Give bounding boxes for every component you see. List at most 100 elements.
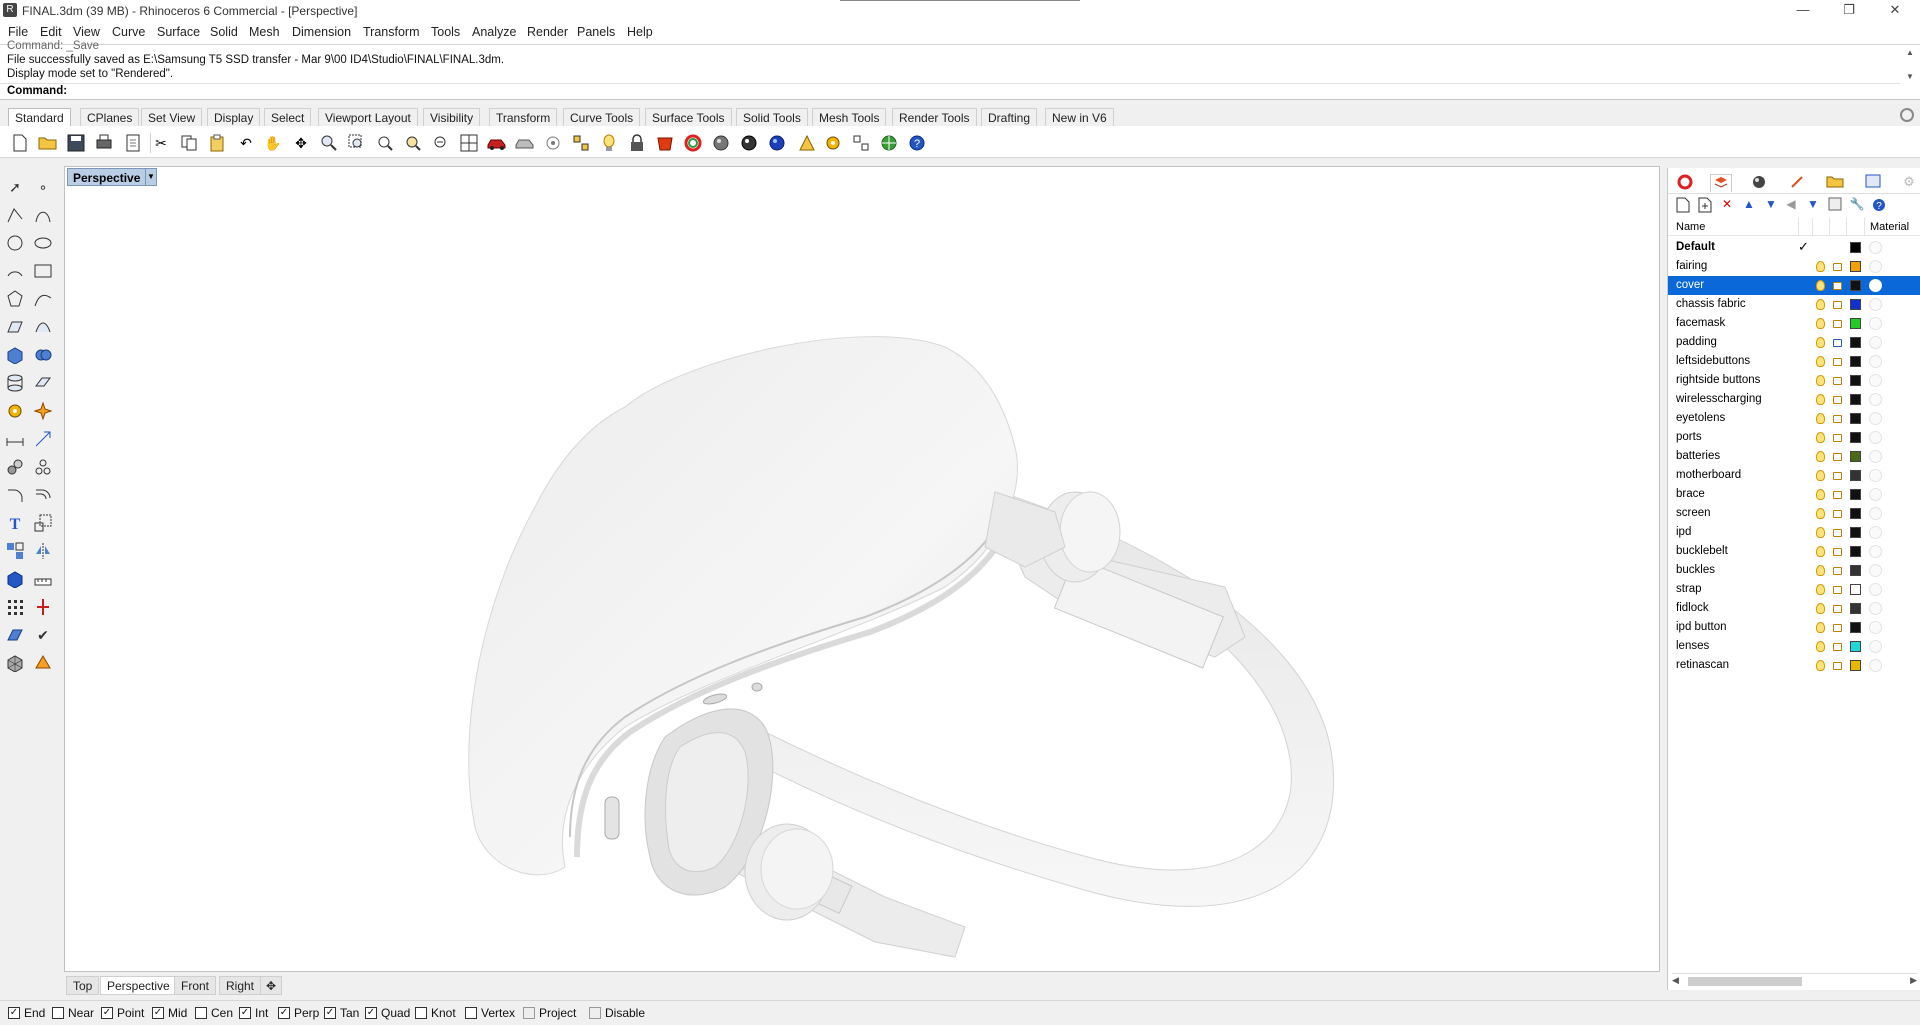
print-icon[interactable] xyxy=(93,132,115,154)
tab-solid-tools[interactable]: Solid Tools xyxy=(736,108,808,126)
layer-row[interactable]: padding xyxy=(1668,333,1920,352)
shaded-sphere-icon[interactable] xyxy=(710,132,732,154)
loft-icon[interactable] xyxy=(32,316,54,338)
mirror-icon[interactable] xyxy=(32,540,54,562)
layer-color-swatch[interactable] xyxy=(1850,451,1861,462)
layer-row[interactable]: chassis fabric xyxy=(1668,295,1920,314)
layer-color-swatch[interactable] xyxy=(1850,337,1861,348)
layer-color-swatch[interactable] xyxy=(1850,394,1861,405)
rotate-view-icon[interactable]: ✥ xyxy=(290,132,312,154)
osnap-checkbox[interactable] xyxy=(465,1007,477,1019)
osnap-checkbox[interactable]: ✓ xyxy=(8,1007,20,1019)
lock-icon[interactable] xyxy=(626,132,648,154)
material-circle-icon[interactable] xyxy=(1869,545,1882,558)
scroll-thumb[interactable] xyxy=(1688,977,1802,986)
rectangle-icon[interactable] xyxy=(32,260,54,282)
layer-row[interactable]: ports xyxy=(1668,428,1920,447)
osnap-checkbox[interactable] xyxy=(52,1007,64,1019)
menu-help[interactable]: Help xyxy=(627,25,653,39)
zoom-selected-icon[interactable] xyxy=(402,132,424,154)
material-circle-icon[interactable] xyxy=(1869,317,1882,330)
visibility-bulb-icon[interactable] xyxy=(1816,356,1825,367)
tab-new-in-v6[interactable]: New in V6 xyxy=(1045,108,1114,126)
column-header-material[interactable]: Material xyxy=(1870,221,1909,233)
layer-color-swatch[interactable] xyxy=(1850,356,1861,367)
osnap-checkbox[interactable] xyxy=(195,1007,207,1019)
osnap-mid[interactable]: ✓ Mid xyxy=(152,1006,187,1020)
visibility-bulb-icon[interactable] xyxy=(1816,451,1825,462)
material-circle-icon[interactable] xyxy=(1869,374,1882,387)
minimize-button[interactable]: — xyxy=(1780,0,1826,22)
menu-tools[interactable]: Tools xyxy=(431,25,460,39)
osnap-project[interactable]: Project xyxy=(523,1006,576,1020)
layer-row[interactable]: ipd button xyxy=(1668,618,1920,637)
freeform-curve-icon[interactable] xyxy=(32,288,54,310)
osnap-quad[interactable]: ✓ Quad xyxy=(365,1006,410,1020)
circle-icon[interactable] xyxy=(4,232,26,254)
gumball-align-icon[interactable] xyxy=(32,596,54,618)
layer-row[interactable]: leftsidebuttons xyxy=(1668,352,1920,371)
environment-sphere-icon[interactable] xyxy=(766,132,788,154)
osnap-checkbox[interactable]: ✓ xyxy=(101,1007,113,1019)
snapshot-icon[interactable] xyxy=(514,132,536,154)
layer-color-swatch[interactable] xyxy=(1850,261,1861,272)
layer-row[interactable]: Default ✓ xyxy=(1668,238,1920,257)
layer-row[interactable]: fairing xyxy=(1668,257,1920,276)
tab-perspective-view[interactable]: Perspective xyxy=(100,976,177,995)
material-circle-icon[interactable] xyxy=(1869,355,1882,368)
tab-render-tools[interactable]: Render Tools xyxy=(892,108,977,126)
osnap-checkbox[interactable] xyxy=(523,1007,535,1019)
layer-color-swatch[interactable] xyxy=(1850,242,1861,253)
new-layer-icon[interactable] xyxy=(1674,197,1692,215)
explode-icon[interactable] xyxy=(32,400,54,422)
visibility-bulb-icon[interactable] xyxy=(1816,546,1825,557)
help-tab-icon[interactable] xyxy=(1786,174,1808,192)
unlocked-icon[interactable] xyxy=(1833,301,1842,309)
layer-row[interactable]: cover xyxy=(1668,276,1920,295)
column-header-name[interactable]: Name xyxy=(1676,221,1705,233)
material-circle-icon[interactable] xyxy=(1869,469,1882,482)
material-circle-icon[interactable] xyxy=(1869,336,1882,349)
visibility-bulb-icon[interactable] xyxy=(1816,432,1825,443)
osnap-tan[interactable]: ✓ Tan xyxy=(324,1006,359,1020)
tab-curve-tools[interactable]: Curve Tools xyxy=(563,108,641,126)
material-circle-icon[interactable] xyxy=(1869,640,1882,653)
osnap-perp[interactable]: ✓ Perp xyxy=(278,1006,319,1020)
unlocked-icon[interactable] xyxy=(1833,263,1842,271)
menu-render[interactable]: Render xyxy=(527,25,568,39)
osnap-int[interactable]: ✓ Int xyxy=(239,1006,268,1020)
libraries-tab-icon[interactable] xyxy=(1824,174,1846,192)
ruler-icon[interactable] xyxy=(32,568,54,590)
unlocked-icon[interactable] xyxy=(1833,624,1842,632)
delete-layer-icon[interactable]: ✕ xyxy=(1718,197,1736,215)
layer-row[interactable]: retinascan xyxy=(1668,656,1920,675)
unlocked-icon[interactable] xyxy=(1833,320,1842,328)
visibility-bulb-icon[interactable] xyxy=(1816,527,1825,538)
unlocked-icon[interactable] xyxy=(1833,434,1842,442)
osnap-disable[interactable]: Disable xyxy=(589,1006,645,1020)
material-circle-icon[interactable] xyxy=(1869,431,1882,444)
rendered-sphere-icon[interactable] xyxy=(738,132,760,154)
layer-color-swatch[interactable] xyxy=(1850,546,1861,557)
new-icon[interactable] xyxy=(9,132,31,154)
four-views-icon[interactable] xyxy=(458,132,480,154)
scale-icon[interactable] xyxy=(32,512,54,534)
offset-icon[interactable] xyxy=(32,484,54,506)
osnap-checkbox[interactable] xyxy=(415,1007,427,1019)
unlocked-icon[interactable] xyxy=(1833,415,1842,423)
tab-front-view[interactable]: Front xyxy=(174,976,217,995)
zoom-previous-icon[interactable] xyxy=(430,132,452,154)
dimension-icon[interactable] xyxy=(4,428,26,450)
osnap-checkbox[interactable]: ✓ xyxy=(278,1007,290,1019)
viewport-label[interactable]: Perspective xyxy=(67,168,147,186)
material-circle-icon[interactable] xyxy=(1869,564,1882,577)
material-circle-icon[interactable] xyxy=(1869,393,1882,406)
tab-standard[interactable]: Standard xyxy=(8,108,71,126)
layer-row[interactable]: motherboard xyxy=(1668,466,1920,485)
paste-icon[interactable] xyxy=(206,132,228,154)
menu-surface[interactable]: Surface xyxy=(157,25,200,39)
open-icon[interactable] xyxy=(37,132,59,154)
visibility-bulb-icon[interactable] xyxy=(1816,413,1825,424)
osnap-checkbox[interactable]: ✓ xyxy=(239,1007,251,1019)
osnap-knot[interactable]: Knot xyxy=(415,1006,456,1020)
